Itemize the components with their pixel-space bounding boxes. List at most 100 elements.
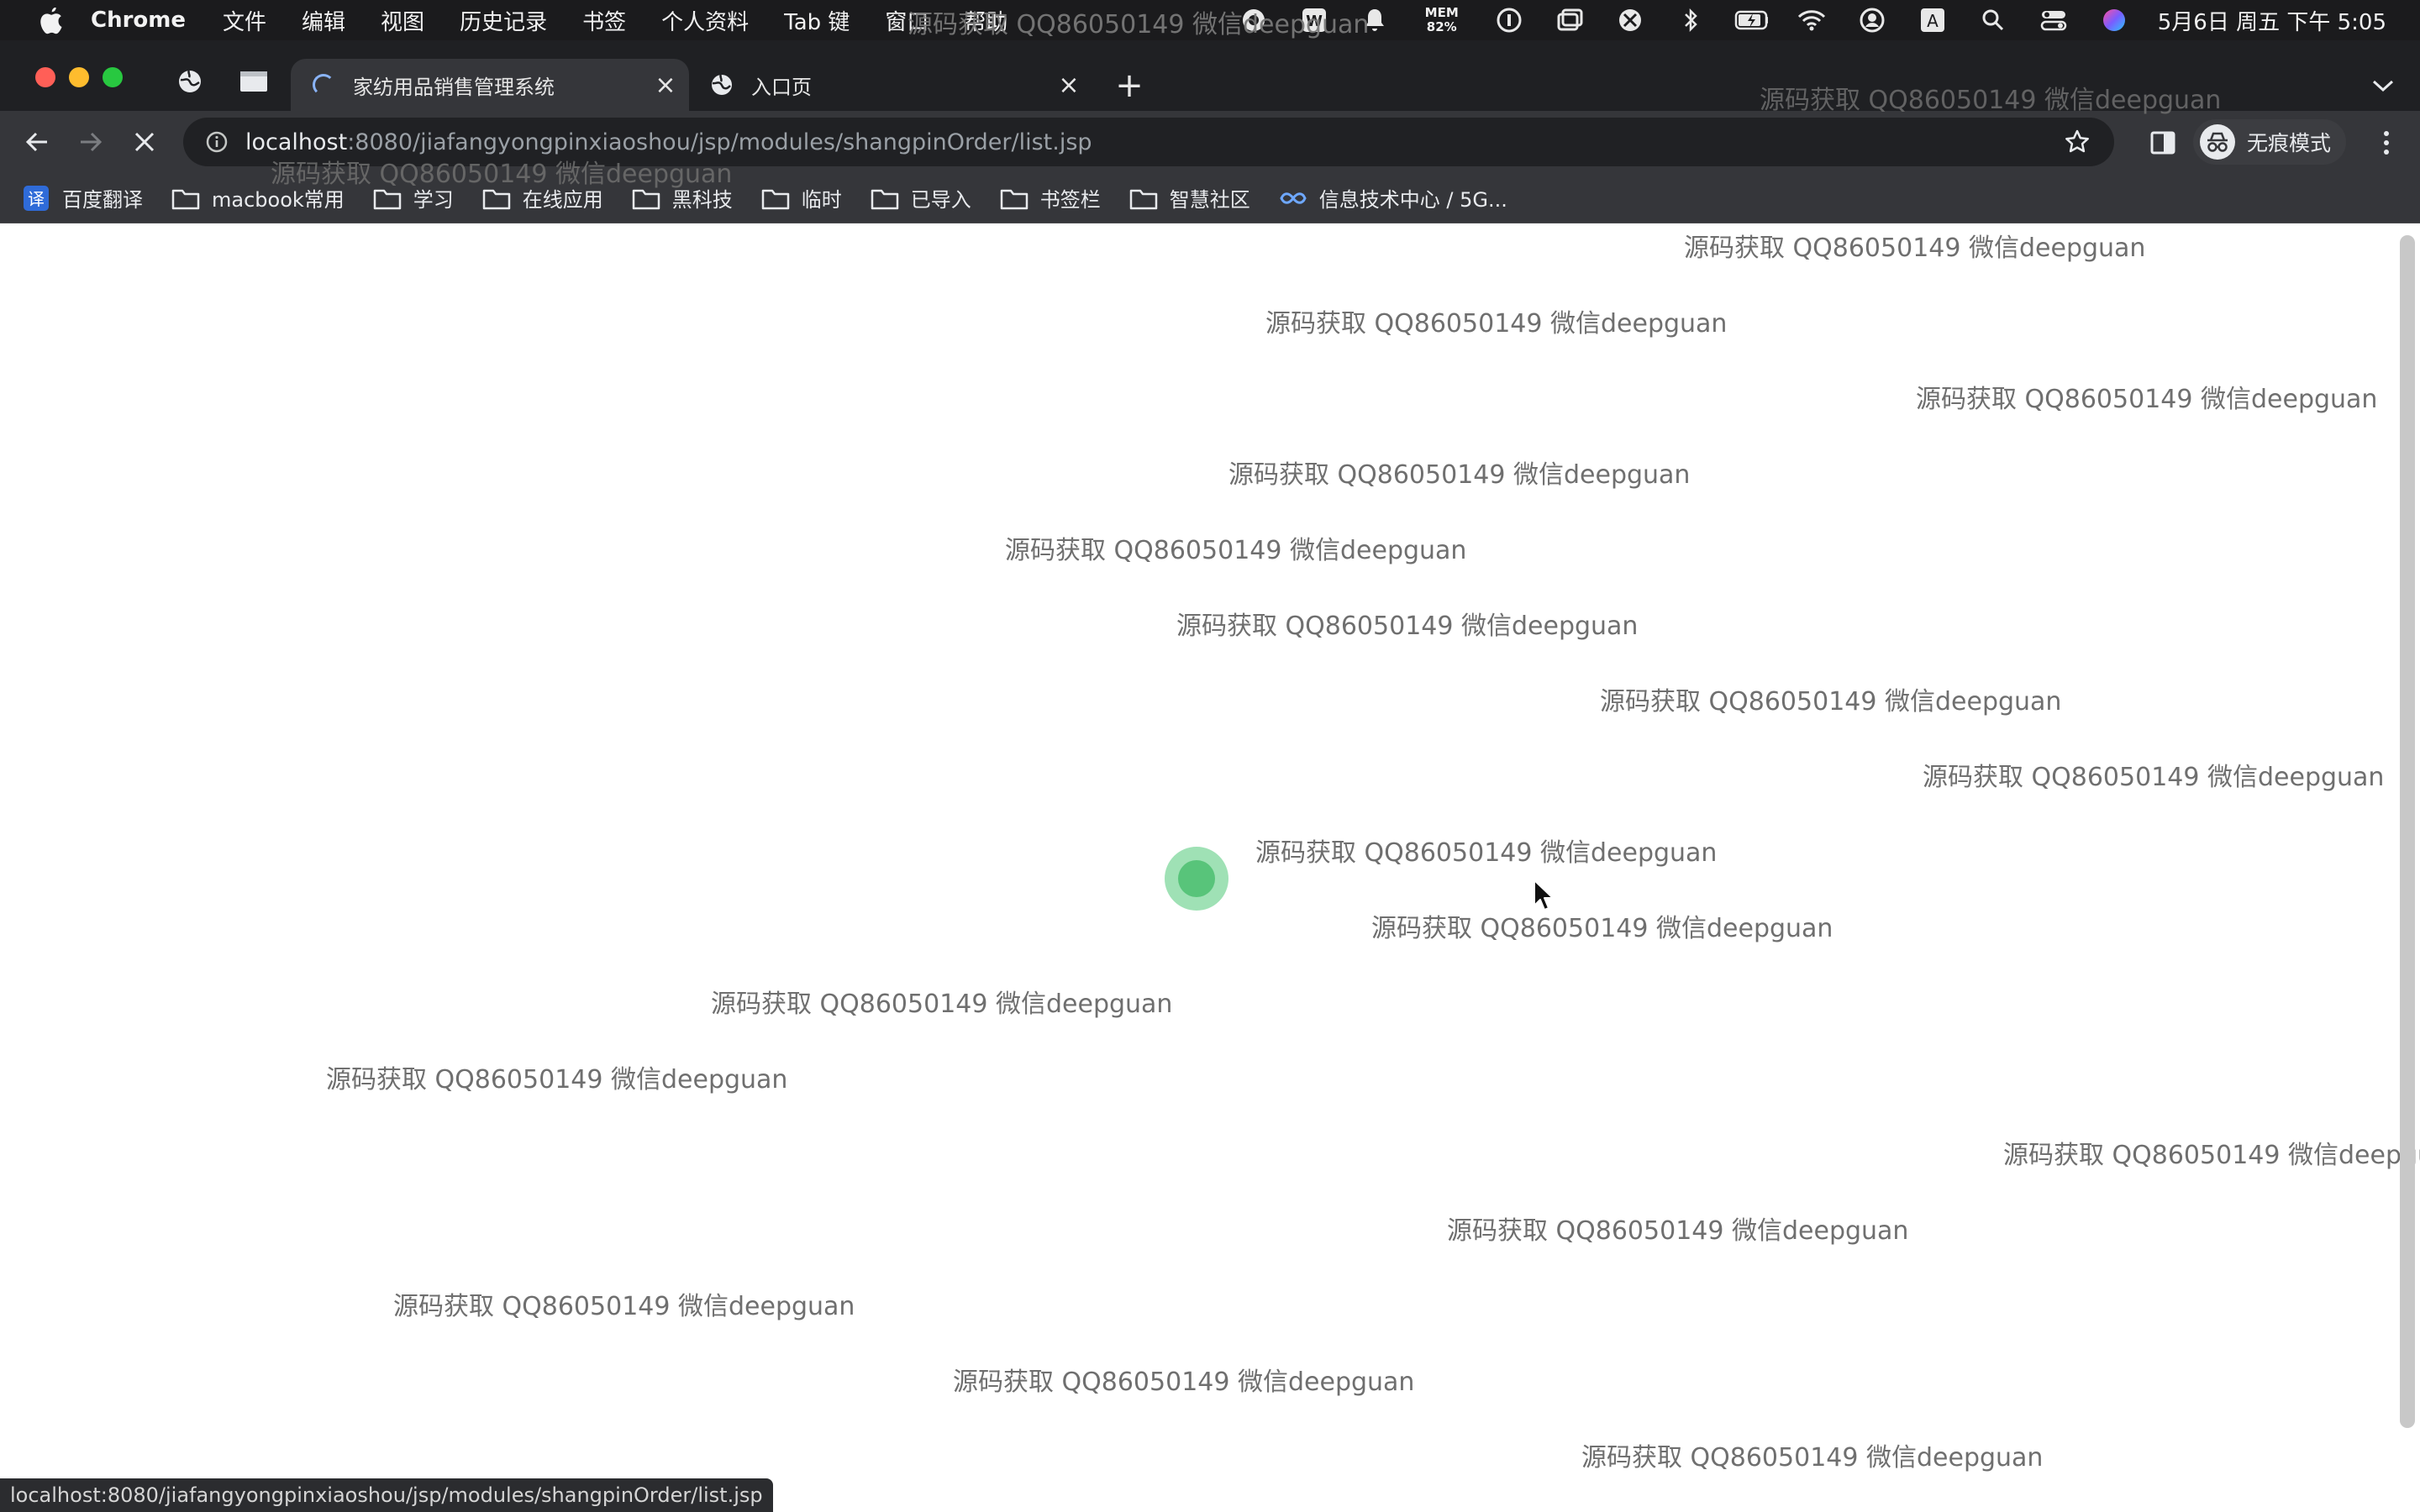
loading-spinner-icon xyxy=(309,71,338,99)
globe-icon xyxy=(179,70,201,92)
network-tool-icon[interactable] xyxy=(1613,3,1647,37)
menubar-clock[interactable]: 5月6日 周五 下午 5:05 xyxy=(2158,5,2386,36)
tab-close-button[interactable]: × xyxy=(1054,70,1084,100)
fanyi-icon: 译 xyxy=(22,185,50,211)
incognito-icon xyxy=(2200,124,2235,160)
menu-file[interactable]: 文件 xyxy=(223,5,266,36)
close-window-button[interactable] xyxy=(35,67,55,87)
watermark-text: 源码获取 QQ86050149 微信deepguan xyxy=(1684,234,2146,263)
forward-button[interactable] xyxy=(71,122,111,162)
menu-view[interactable]: 视图 xyxy=(381,5,424,36)
watermark-text: 源码获取 QQ86050149 微信deepguan xyxy=(1005,536,1467,565)
tab-title: 家纺用品销售管理系统 xyxy=(353,75,555,99)
bookmark-label: 信息技术中心 / 5G... xyxy=(1318,188,1507,212)
spotlight-search-icon[interactable] xyxy=(1976,3,2010,37)
user-account-icon[interactable] xyxy=(1855,3,1889,37)
menu-tab[interactable]: Tab 键 xyxy=(784,5,850,36)
bookmark-folder-imported[interactable]: 已导入 xyxy=(871,183,971,213)
menu-edit[interactable]: 编辑 xyxy=(302,5,345,36)
side-panel-button[interactable] xyxy=(2143,123,2183,163)
battery-icon[interactable] xyxy=(1734,3,1768,37)
pinned-tab-page[interactable] xyxy=(230,60,277,102)
url-text[interactable]: localhost:8080/jiafangyongpinxiaoshou/js… xyxy=(245,129,1092,155)
page-scrollbar[interactable] xyxy=(2400,235,2415,1428)
pinned-tab-globe[interactable] xyxy=(166,60,213,102)
bookmark-baidu-fanyi[interactable]: 译 百度翻译 xyxy=(22,183,143,213)
tab-active[interactable]: 家纺用品销售管理系统 × xyxy=(291,59,689,111)
bookmark-it-center[interactable]: 信息技术中心 / 5G... xyxy=(1279,183,1507,213)
minimize-window-button[interactable] xyxy=(69,67,89,87)
watermark-text: 源码获取 QQ86050149 微信deepguan xyxy=(326,1065,788,1095)
watermark-text: 源码获取 QQ86050149 微信deepguan xyxy=(711,990,1173,1019)
forward-arrow-icon xyxy=(81,132,103,152)
password-icon[interactable] xyxy=(1492,3,1526,37)
watermark-text: 源码获取 QQ86050149 微信deepguan xyxy=(1255,838,1718,868)
link-status-bubble: localhost:8080/jiafangyongpinxiaoshou/js… xyxy=(0,1478,773,1512)
watermark-text: 源码获取 QQ86050149 微信deepguan xyxy=(1916,385,2378,414)
folder-icon xyxy=(1129,186,1158,211)
page-content: 源码获取 QQ86050149 微信deepguan 源码获取 QQ860501… xyxy=(0,223,2420,1512)
watermark-text: 源码获取 QQ86050149 微信deepguan xyxy=(1581,1443,2044,1473)
incognito-indicator[interactable]: 无痕模式 xyxy=(2193,119,2347,165)
url-host: localhost xyxy=(245,129,348,155)
mouse-cursor-icon xyxy=(1534,879,1554,911)
url-path: :8080/jiafangyongpinxiaoshou/jsp/modules… xyxy=(347,129,1092,155)
menu-app-chrome[interactable]: Chrome xyxy=(91,8,186,33)
new-tab-button[interactable]: + xyxy=(1109,66,1150,106)
link-icon xyxy=(1279,186,1307,211)
back-button[interactable] xyxy=(17,122,57,162)
wifi-icon[interactable] xyxy=(1795,3,1828,37)
watermark-text: 源码获取 QQ86050149 微信deepguan xyxy=(1176,612,1639,641)
folder-icon xyxy=(761,186,790,211)
bookmark-label: 已导入 xyxy=(910,188,971,212)
loading-dot xyxy=(1178,860,1215,897)
stop-loading-button[interactable] xyxy=(124,122,165,162)
control-center-icon[interactable] xyxy=(2037,3,2070,37)
menu-history[interactable]: 历史记录 xyxy=(460,5,547,36)
watermark-text: 源码获取 QQ86050149 微信deepguan xyxy=(1600,687,2062,717)
globe-icon xyxy=(708,71,736,99)
bluetooth-icon[interactable] xyxy=(1674,3,1707,37)
tab-search-chevron-icon[interactable] xyxy=(2366,69,2400,102)
watermark-text: 源码获取 QQ86050149 微信deepguan xyxy=(1923,763,2385,792)
watermark-text: 源码获取 QQ86050149 微信deepguan xyxy=(908,10,1370,39)
watermark-text: 源码获取 QQ86050149 微信deepguan xyxy=(1371,914,1833,943)
bookmark-folder-temp[interactable]: 临时 xyxy=(761,183,842,213)
input-method-icon[interactable]: A xyxy=(1916,3,1949,37)
watermark-text: 源码获取 QQ86050149 微信deepguan xyxy=(1447,1216,1909,1246)
siri-icon[interactable] xyxy=(2097,3,2131,37)
memory-label: MEM xyxy=(1424,5,1459,20)
chrome-menu-button[interactable] xyxy=(2366,123,2407,163)
bookmark-label: 书签栏 xyxy=(1039,188,1101,212)
bookmark-star-icon[interactable] xyxy=(2060,125,2094,159)
tab-close-button[interactable]: × xyxy=(650,70,681,100)
page-loading-indicator xyxy=(1165,847,1228,911)
tab-title: 入口页 xyxy=(751,75,812,99)
back-arrow-icon xyxy=(25,132,47,152)
windows-icon[interactable] xyxy=(1553,3,1586,37)
bookmark-label: 临时 xyxy=(801,188,842,212)
watermark-text: 源码获取 QQ86050149 微信deepguan xyxy=(1265,309,1728,339)
side-panel-icon xyxy=(2150,131,2175,155)
watermark-text: 源码获取 QQ86050149 微信deepguan xyxy=(953,1368,1415,1397)
fullscreen-window-button[interactable] xyxy=(103,67,123,87)
close-icon xyxy=(134,132,155,152)
menu-bookmarks[interactable]: 书签 xyxy=(582,5,626,36)
folder-icon xyxy=(1000,186,1028,211)
menu-profile[interactable]: 个人资料 xyxy=(661,5,749,36)
memory-monitor[interactable]: MEM 82% xyxy=(1418,3,1465,37)
bookmark-folder-community[interactable]: 智慧社区 xyxy=(1129,183,1250,213)
site-info-icon[interactable] xyxy=(200,125,234,159)
watermark-text: 源码获取 QQ86050149 微信deepguan xyxy=(2003,1141,2420,1170)
more-vert-icon xyxy=(2384,131,2389,155)
apple-icon[interactable] xyxy=(34,6,67,34)
watermark-text: 源码获取 QQ86050149 微信deepguan xyxy=(271,160,733,189)
folder-icon xyxy=(871,186,899,211)
page-icon xyxy=(240,71,267,92)
window-controls xyxy=(35,67,136,87)
memory-value: 82% xyxy=(1426,19,1457,34)
watermark-text: 源码获取 QQ86050149 微信deepguan xyxy=(1228,460,1691,490)
tab-entry-page[interactable]: 入口页 × xyxy=(689,59,1092,111)
bookmark-folder-bar[interactable]: 书签栏 xyxy=(1000,183,1101,213)
bookmark-label: 智慧社区 xyxy=(1169,188,1250,212)
